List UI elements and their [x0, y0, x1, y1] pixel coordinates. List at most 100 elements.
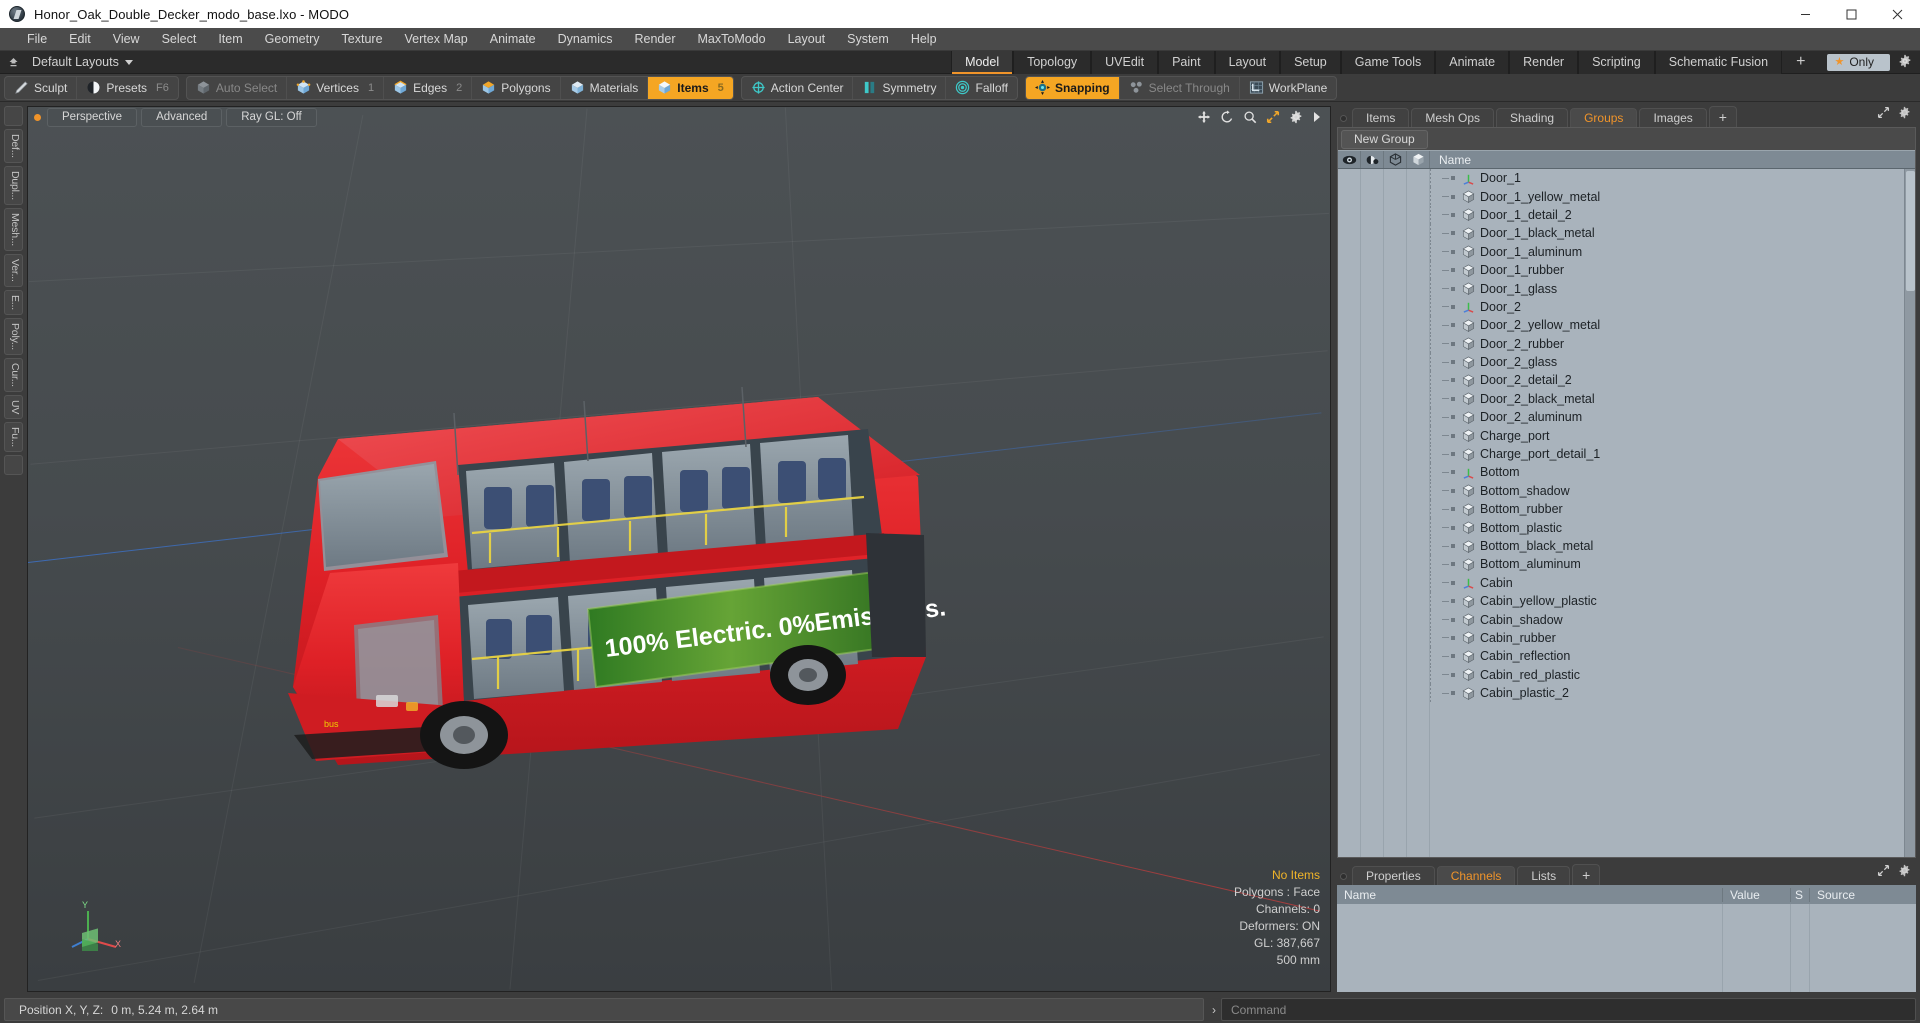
menu-item-vertex-map[interactable]: Vertex Map [394, 28, 479, 51]
minimize-button[interactable] [1782, 0, 1828, 28]
group-list-item[interactable]: Door_2_glass [1430, 352, 1904, 372]
tree-node-marker[interactable] [1451, 323, 1455, 328]
tree-node-marker[interactable] [1451, 396, 1455, 401]
group-list-item[interactable]: Bottom_shadow [1430, 481, 1904, 501]
layout-tab-topology[interactable]: Topology [1013, 50, 1092, 74]
left-tool-tab-0[interactable]: Def... [4, 129, 23, 163]
fit-view-icon[interactable] [1266, 110, 1280, 124]
group-list-item[interactable]: Door_1_aluminum [1430, 242, 1904, 261]
settings-gear-icon[interactable] [1898, 54, 1912, 71]
bottom-panel-gear-icon[interactable] [1898, 864, 1911, 882]
tree-node-marker[interactable] [1451, 452, 1455, 457]
command-input[interactable]: Command [1221, 998, 1916, 1021]
group-list-item[interactable]: Door_2_detail_2 [1430, 371, 1904, 390]
layout-tab-scripting[interactable]: Scripting [1578, 50, 1655, 74]
group-list-item[interactable]: Door_2 [1430, 297, 1904, 317]
menu-item-system[interactable]: System [836, 28, 900, 51]
groups-scroll-thumb[interactable] [1906, 171, 1915, 291]
viewport-tab-advanced[interactable]: Advanced [141, 107, 223, 127]
tool-button-auto-select[interactable]: Auto Select [187, 76, 288, 99]
left-tool-tab-7[interactable]: UV [4, 394, 23, 419]
tool-button-workplane[interactable]: WorkPlane [1240, 77, 1336, 99]
left-tool-tab-5[interactable]: Poly... [4, 317, 23, 355]
tree-node-marker[interactable] [1451, 304, 1455, 309]
tool-button-select-through[interactable]: Select Through [1120, 76, 1240, 99]
group-list-item[interactable]: Cabin_plastic_2 [1430, 683, 1904, 703]
tree-node-marker[interactable] [1451, 599, 1455, 604]
group-list-item[interactable]: Cabin_shadow [1430, 610, 1904, 629]
render-icon[interactable] [1361, 151, 1384, 168]
group-list-item[interactable]: Cabin_red_plastic [1430, 665, 1904, 684]
left-tab-top[interactable] [4, 106, 23, 126]
group-list-item[interactable]: Door_1_detail_2 [1430, 205, 1904, 225]
home-layout-icon[interactable] [0, 56, 26, 69]
left-tool-tab-1[interactable]: Dupl... [4, 165, 23, 205]
bottom-tab-lists[interactable]: Lists [1517, 866, 1571, 885]
group-list-item[interactable]: Cabin_yellow_plastic [1430, 591, 1904, 611]
group-list-item[interactable]: Cabin_reflection [1430, 647, 1904, 666]
panel-tab-add[interactable]: + [1708, 106, 1737, 127]
tool-button-action-center[interactable]: Action Center [742, 76, 854, 99]
move-icon[interactable] [1197, 110, 1211, 124]
menu-item-render[interactable]: Render [624, 28, 687, 51]
panel-expand-icon[interactable] [1877, 106, 1890, 124]
layout-tab-model[interactable]: Model [951, 50, 1014, 74]
tree-node-marker[interactable] [1451, 378, 1455, 383]
rotate-icon[interactable] [1220, 110, 1234, 124]
groups-list-scroll[interactable]: Door_1 Door_1_yellow_metal Door_1_detail_2… [1338, 169, 1915, 857]
expand-arrow-icon[interactable] [1312, 111, 1322, 123]
bottom-panel-menu-dot[interactable] [1340, 873, 1347, 880]
tree-node-marker[interactable] [1451, 654, 1455, 659]
eye-icon[interactable] [1338, 151, 1361, 168]
wireframe-cube-icon[interactable] [1384, 151, 1407, 168]
menu-item-item[interactable]: Item [207, 28, 253, 51]
bottom-tab-properties[interactable]: Properties [1352, 866, 1435, 885]
tree-node-marker[interactable] [1451, 268, 1455, 273]
tree-node-marker[interactable] [1451, 525, 1455, 530]
tree-node-marker[interactable] [1451, 691, 1455, 696]
shaded-cube-icon[interactable] [1407, 151, 1430, 168]
maximize-button[interactable] [1828, 0, 1874, 28]
tree-node-marker[interactable] [1451, 507, 1455, 512]
menu-item-view[interactable]: View [102, 28, 151, 51]
group-list-item[interactable]: Bottom_black_metal [1430, 536, 1904, 556]
group-list-item[interactable]: Bottom [1430, 463, 1904, 482]
add-layout-tab-button[interactable]: + [1782, 51, 1819, 73]
left-tool-tab-extra[interactable] [4, 454, 23, 475]
gutter-col-wireframe[interactable] [1384, 169, 1407, 857]
tool-button-symmetry[interactable]: Symmetry [853, 76, 947, 99]
viewport-tab-perspective[interactable]: Perspective [47, 107, 138, 127]
menu-item-edit[interactable]: Edit [58, 28, 102, 51]
tree-node-marker[interactable] [1451, 341, 1455, 346]
bottom-tab-add[interactable]: + [1572, 864, 1601, 885]
left-tool-tab-8[interactable]: Fu... [4, 421, 23, 452]
tree-node-marker[interactable] [1451, 580, 1455, 585]
close-button[interactable] [1874, 0, 1920, 28]
layout-tab-paint[interactable]: Paint [1158, 50, 1215, 74]
tool-button-presets[interactable]: Presets F6 [77, 77, 178, 99]
tool-button-materials[interactable]: Materials [561, 76, 649, 99]
layout-tab-render[interactable]: Render [1509, 50, 1579, 74]
tree-node-marker[interactable] [1451, 617, 1455, 622]
group-list-item[interactable]: Charge_port [1430, 426, 1904, 445]
layout-preset-dropdown[interactable]: Default Layouts [32, 55, 133, 69]
tree-node-marker[interactable] [1451, 488, 1455, 493]
gutter-col-render[interactable] [1361, 169, 1384, 857]
group-list-item[interactable]: Door_2_black_metal [1430, 389, 1904, 409]
menu-item-select[interactable]: Select [151, 28, 208, 51]
tree-node-marker[interactable] [1451, 544, 1455, 548]
group-list-item[interactable]: Door_1_rubber [1430, 260, 1904, 280]
group-list-item[interactable]: Door_1_glass [1430, 279, 1904, 298]
tool-button-edges[interactable]: Edges 2 [384, 76, 473, 99]
tool-button-items[interactable]: Items 5 [648, 76, 733, 99]
panel-tab-mesh-ops[interactable]: Mesh Ops [1411, 108, 1495, 127]
panel-tab-images[interactable]: Images [1639, 108, 1707, 127]
group-list-item[interactable]: Door_2_yellow_metal [1430, 316, 1904, 335]
bottom-panel-expand-icon[interactable] [1877, 864, 1890, 882]
menu-item-help[interactable]: Help [900, 28, 948, 51]
gear-icon[interactable] [1289, 110, 1303, 124]
panel-menu-dot[interactable] [1340, 115, 1347, 122]
tool-button-snapping[interactable]: Snapping [1025, 76, 1120, 99]
panel-tab-shading[interactable]: Shading [1496, 108, 1569, 127]
groups-list-scrollbar[interactable] [1904, 169, 1915, 857]
